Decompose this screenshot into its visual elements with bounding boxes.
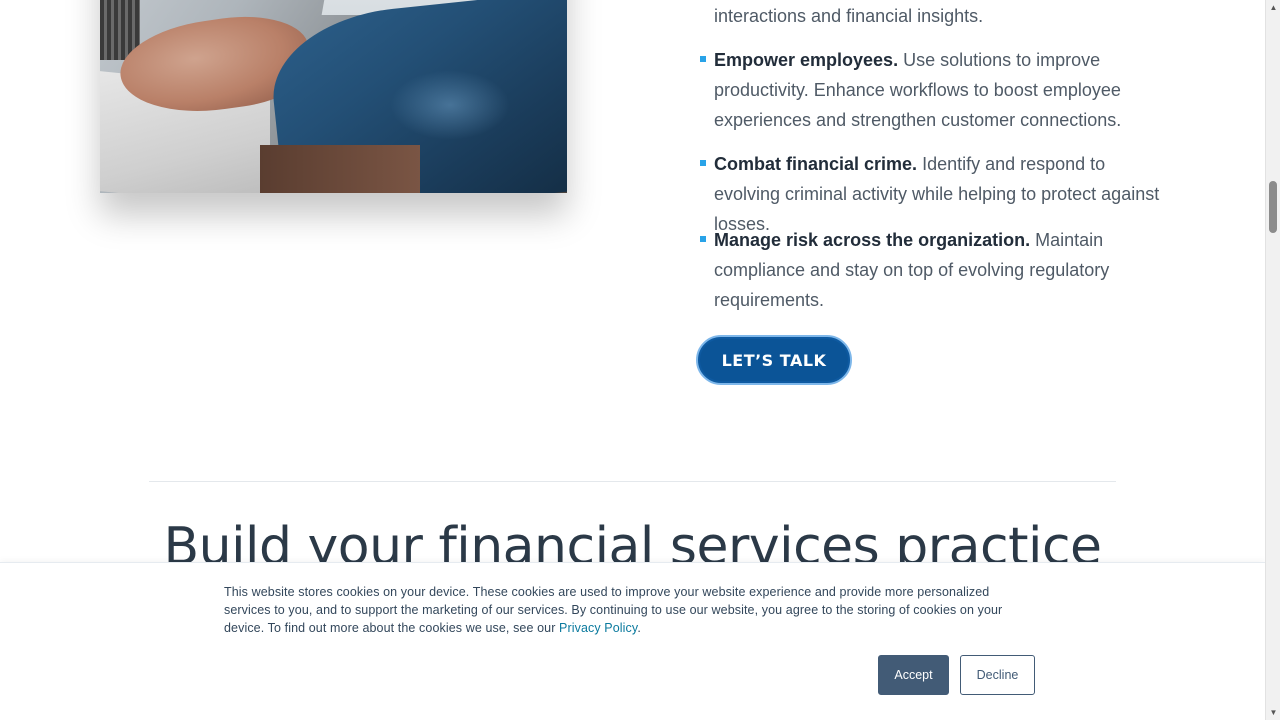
benefit-text: Manage risk across the organization. Mai… — [714, 225, 1165, 315]
scroll-up-icon[interactable]: ▲ — [1266, 0, 1280, 15]
photo-sleeve-highlight — [390, 70, 510, 140]
section-divider — [149, 481, 1116, 482]
scroll-thumb[interactable] — [1269, 181, 1277, 233]
cookie-banner: This website stores cookies on your devi… — [0, 562, 1265, 720]
decline-button[interactable]: Decline — [960, 655, 1035, 695]
privacy-policy-link[interactable]: Privacy Policy — [559, 621, 637, 635]
page: interactions and financial insights. Emp… — [0, 0, 1265, 720]
cookie-period: . — [637, 621, 641, 635]
accept-button[interactable]: Accept — [878, 655, 949, 695]
cookie-text: This website stores cookies on your devi… — [224, 583, 1039, 637]
benefit-title: Combat financial crime. — [714, 154, 918, 174]
bullet-square-icon — [700, 160, 706, 166]
benefit-title: Empower employees. — [714, 50, 899, 70]
lets-talk-label: LET’S TALK — [700, 339, 848, 381]
lets-talk-button[interactable]: LET’S TALK — [696, 335, 852, 385]
bullet-square-icon — [700, 56, 706, 62]
benefit-item: Manage risk across the organization. Mai… — [700, 225, 1165, 315]
benefit-title: Manage risk across the organization. — [714, 230, 1031, 250]
photo-table — [260, 145, 420, 193]
benefit-fragment: interactions and financial insights. — [714, 6, 984, 26]
scroll-down-icon[interactable]: ▼ — [1266, 705, 1280, 720]
hero-photo — [100, 0, 567, 193]
photo-image — [100, 0, 567, 193]
benefit-item: Empower employees. Use solutions to impr… — [700, 45, 1165, 135]
vertical-scrollbar[interactable]: ▲ ▼ — [1265, 0, 1280, 720]
bullet-square-icon — [700, 236, 706, 242]
benefit-text: Empower employees. Use solutions to impr… — [714, 45, 1165, 135]
